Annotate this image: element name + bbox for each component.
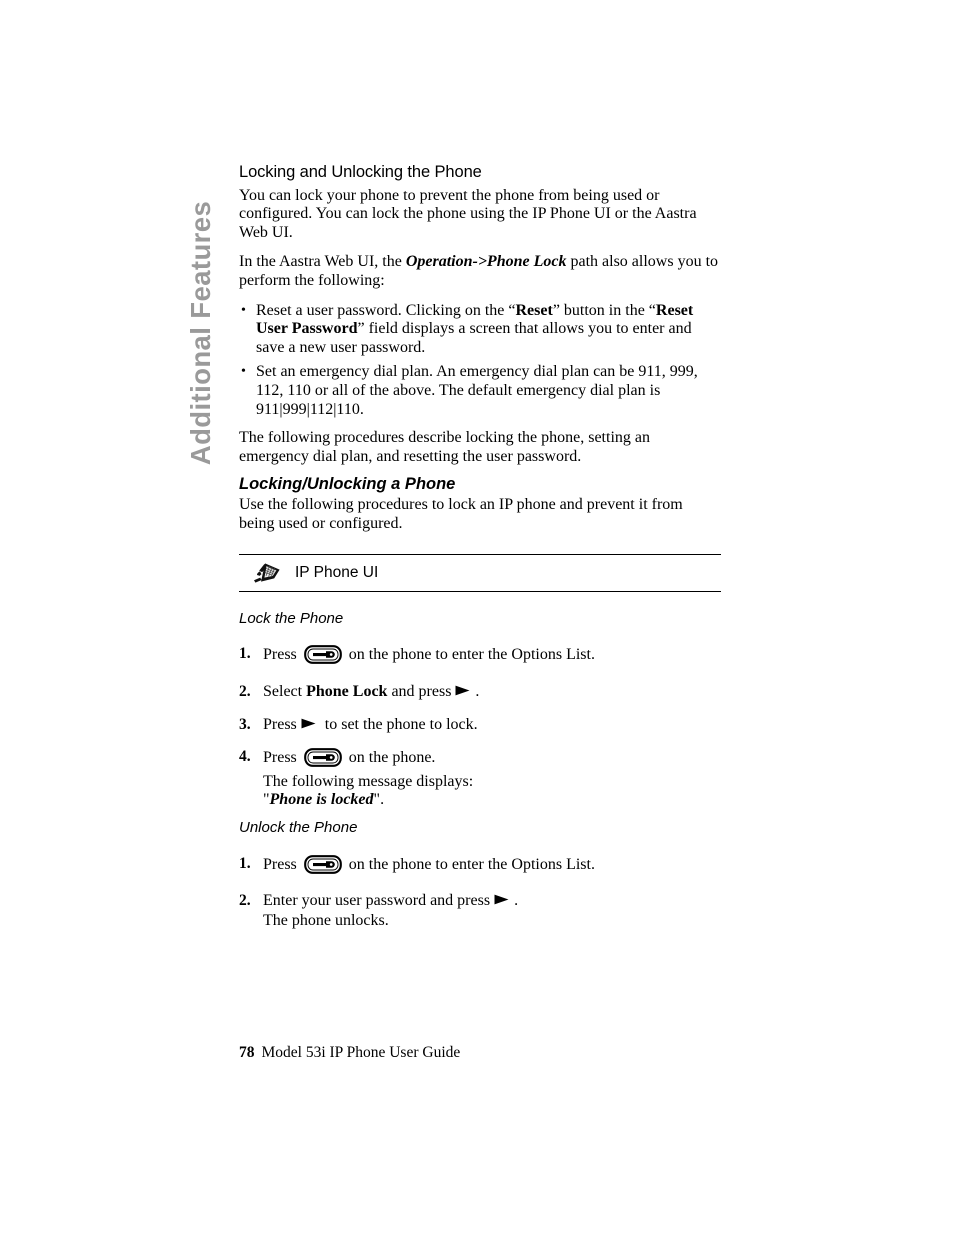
ip-phone-ui-label: IP Phone UI <box>295 564 379 582</box>
ip-phone-ui-banner: IP Phone UI <box>239 554 721 593</box>
web-ui-path-paragraph: In the Aastra Web UI, the Operation->Pho… <box>239 253 721 290</box>
bullet-text-part2: ” button in the “ <box>552 301 656 319</box>
feature-bullet-list: • Reset a user password. Clicking on the … <box>239 302 721 420</box>
step-text-after: . <box>514 892 519 910</box>
step-text-mid: and press <box>391 682 452 700</box>
unlock-procedure-heading: Unlock the Phone <box>239 818 358 836</box>
bullet-dot-icon: • <box>241 302 246 318</box>
phone-is-locked-message: Phone is locked <box>269 791 374 809</box>
lock-procedure-heading: Lock the Phone <box>239 610 344 628</box>
list-item: • Set an emergency dial plan. An emergenc… <box>239 363 721 419</box>
ip-phone-icon <box>252 561 282 585</box>
right-arrow-key-icon <box>493 893 511 912</box>
document-title: Model 53i IP Phone User Guide <box>261 1044 461 1061</box>
step-sub-line-message: "Phone is locked". <box>263 791 721 810</box>
step-text-after: to set the phone to lock. <box>324 715 478 733</box>
subsection-paragraph: Use the following procedures to lock an … <box>239 496 683 532</box>
step-sub-line: The phone unlocks. <box>263 912 389 930</box>
bullet-bold-reset: Reset <box>515 301 553 319</box>
list-item: 4. Press on the phone. The following messa… <box>239 748 721 810</box>
options-key-icon <box>303 855 342 880</box>
options-key-icon <box>303 748 342 773</box>
list-item: 2. Select Phone Lock and press. <box>239 683 721 703</box>
page-content: Locking and Unlocking the Phone You can … <box>239 162 721 944</box>
step-text-before: Press <box>263 646 297 664</box>
quote-close: ". <box>373 791 385 809</box>
path-para-emphasis: Operation->Phone Lock <box>405 253 567 271</box>
step-text-after: on the phone. <box>348 749 436 767</box>
step-text-after: . <box>475 682 480 700</box>
lock-procedure-steps: 1. Press on the phone to enter the Options… <box>239 645 721 810</box>
step-number: 2. <box>239 682 251 700</box>
chapter-tab: Additional Features <box>178 160 224 505</box>
step-text-before: Press <box>263 715 297 733</box>
step-number: 1. <box>239 645 251 663</box>
bullet-text-part1: Reset a user password. Clicking on the “ <box>256 301 516 319</box>
list-item: 2. Enter your user password and press. Th… <box>239 892 721 930</box>
right-arrow-key-icon <box>300 717 318 736</box>
step-text-before: Press <box>263 855 297 873</box>
chapter-tab-label: Additional Features <box>185 200 216 465</box>
unlock-procedure-steps: 1. Press on the phone to enter the Options… <box>239 855 721 931</box>
subsection-heading: Locking/Unlocking a Phone <box>239 475 456 494</box>
page-title: Locking and Unlocking the Phone <box>239 163 482 181</box>
step-bold-phone-lock: Phone Lock <box>306 682 388 700</box>
list-item: 3. Press to set the phone to lock. <box>239 716 721 736</box>
step-text-before: Enter your user password and press <box>263 892 491 910</box>
step-number: 3. <box>239 715 251 733</box>
step-sub-line: The following message displays: <box>263 772 474 790</box>
intro-paragraph: You can lock your phone to prevent the p… <box>239 186 697 241</box>
step-text-after: on the phone to enter the Options List. <box>348 855 595 873</box>
options-key-icon <box>303 645 342 670</box>
step-number: 1. <box>239 854 251 872</box>
bullet-dot-icon: • <box>241 364 246 380</box>
bullet-text-part1: Set an emergency dial plan. An emergency… <box>256 363 698 418</box>
step-text-before: Select <box>263 682 303 700</box>
step-text-before: Press <box>263 749 297 767</box>
list-item: • Reset a user password. Clicking on the … <box>239 302 721 358</box>
closing-paragraph: The following procedures describe lockin… <box>239 429 650 465</box>
step-number: 4. <box>239 748 251 766</box>
step-number: 2. <box>239 892 251 910</box>
page-footer: 78 Model 53i IP Phone User Guide <box>239 1044 460 1062</box>
page-number: 78 <box>239 1044 255 1061</box>
list-item: 1. Press on the phone to enter the Options… <box>239 855 721 880</box>
step-text-after: on the phone to enter the Options List. <box>348 646 595 664</box>
list-item: 1. Press on the phone to enter the Options… <box>239 645 721 670</box>
right-arrow-key-icon <box>454 684 472 703</box>
path-para-before: In the Aastra Web UI, the <box>239 253 406 271</box>
